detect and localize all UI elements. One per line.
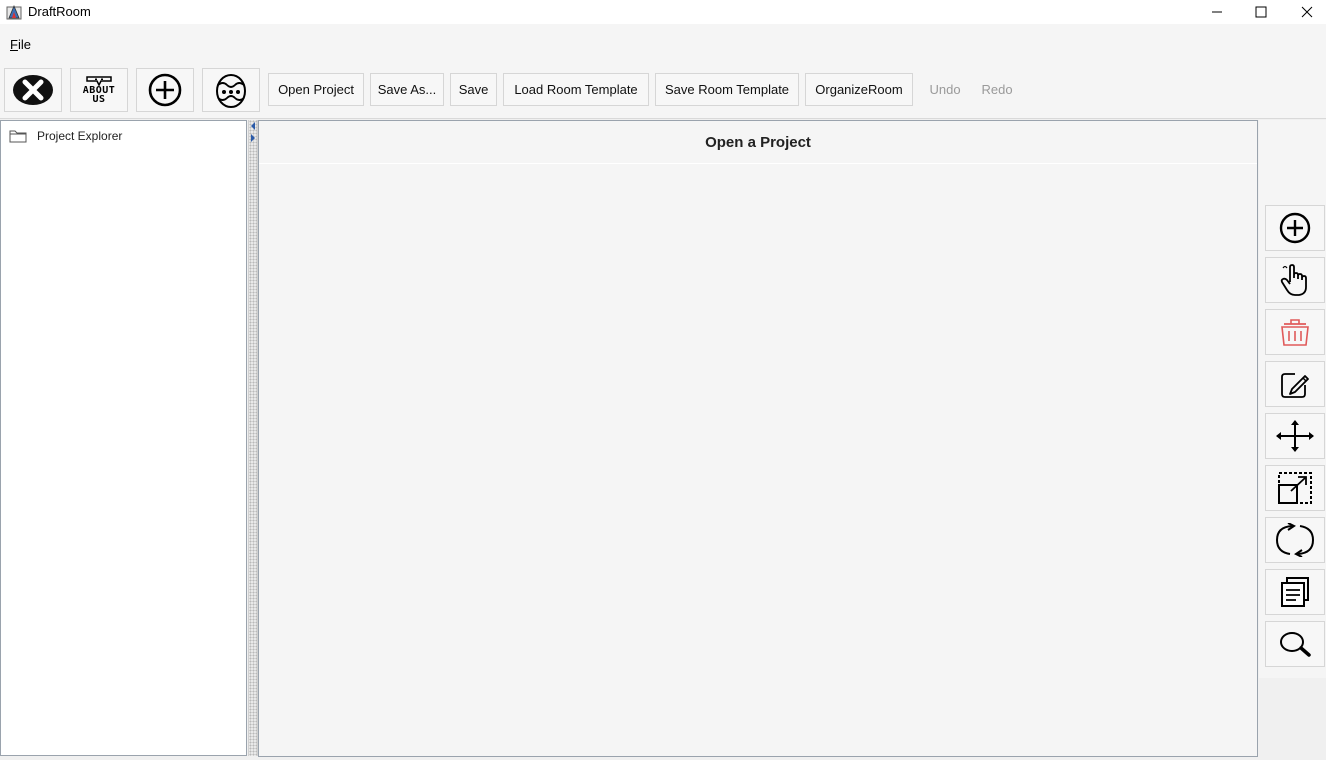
- exit-icon: [12, 74, 54, 106]
- maximize-icon[interactable]: [1238, 0, 1284, 24]
- delete-tool-button[interactable]: [1265, 309, 1325, 355]
- split-divider[interactable]: [248, 120, 258, 756]
- organize-room-button[interactable]: OrganizeRoom: [805, 73, 913, 106]
- menu-bar: File: [0, 24, 1326, 62]
- close-icon[interactable]: [1284, 0, 1326, 24]
- add-icon: [1278, 211, 1312, 245]
- expand-right-icon[interactable]: [250, 134, 256, 142]
- title-bar: DraftRoom: [0, 0, 1326, 24]
- menu-file-label: ile: [17, 37, 31, 52]
- redo-button[interactable]: Redo: [975, 73, 1019, 106]
- load-room-template-button[interactable]: Load Room Template: [503, 73, 649, 106]
- add-tool-button[interactable]: [1265, 205, 1325, 251]
- trash-icon: [1278, 315, 1312, 349]
- folder-icon: [9, 129, 27, 143]
- search-icon: [1278, 629, 1312, 659]
- save-button[interactable]: Save: [450, 73, 497, 106]
- move-icon: [1275, 419, 1315, 453]
- resize-tool-button[interactable]: [1265, 465, 1325, 511]
- save-room-template-button[interactable]: Save Room Template: [655, 73, 799, 106]
- open-project-button[interactable]: Open Project: [268, 73, 364, 106]
- collapse-left-icon[interactable]: [250, 122, 256, 130]
- workspace-title: Open a Project: [259, 121, 1257, 164]
- rotate-icon: [1274, 523, 1316, 557]
- about-us-button[interactable]: ABOUT US: [70, 68, 128, 112]
- hand-pointer-icon: [1278, 262, 1312, 298]
- window-title: DraftRoom: [28, 4, 91, 19]
- toolbar: ABOUT US Open Project Save As... Save Lo…: [0, 62, 1326, 119]
- exit-button[interactable]: [4, 68, 62, 112]
- about-us-icon: ABOUT US: [83, 76, 116, 105]
- save-as-button[interactable]: Save As...: [370, 73, 444, 106]
- edit-tool-button[interactable]: [1265, 361, 1325, 407]
- tree-root-label: Project Explorer: [37, 129, 123, 143]
- search-tool-button[interactable]: [1265, 621, 1325, 667]
- workspace-panel[interactable]: Open a Project: [258, 120, 1258, 757]
- tree-root-item[interactable]: Project Explorer: [9, 129, 122, 143]
- move-tool-button[interactable]: [1265, 413, 1325, 459]
- about-us-line2: US: [92, 94, 106, 105]
- undo-button[interactable]: Undo: [921, 73, 969, 106]
- menu-file[interactable]: File: [10, 37, 31, 52]
- rotate-tool-button[interactable]: [1265, 517, 1325, 563]
- menu-file-mnemonic: F: [10, 37, 18, 52]
- select-tool-button[interactable]: [1265, 257, 1325, 303]
- copy-tool-button[interactable]: [1265, 569, 1325, 615]
- resize-icon: [1277, 471, 1313, 505]
- add-button[interactable]: [136, 68, 194, 112]
- copy-icon: [1278, 575, 1312, 609]
- easter-egg-icon: [214, 72, 248, 108]
- app-logo-icon: [6, 4, 22, 20]
- easter-egg-button[interactable]: [202, 68, 260, 112]
- edit-icon: [1278, 367, 1312, 401]
- minimize-icon[interactable]: [1194, 0, 1240, 24]
- project-explorer-panel: Project Explorer: [0, 120, 247, 756]
- add-icon: [147, 72, 183, 108]
